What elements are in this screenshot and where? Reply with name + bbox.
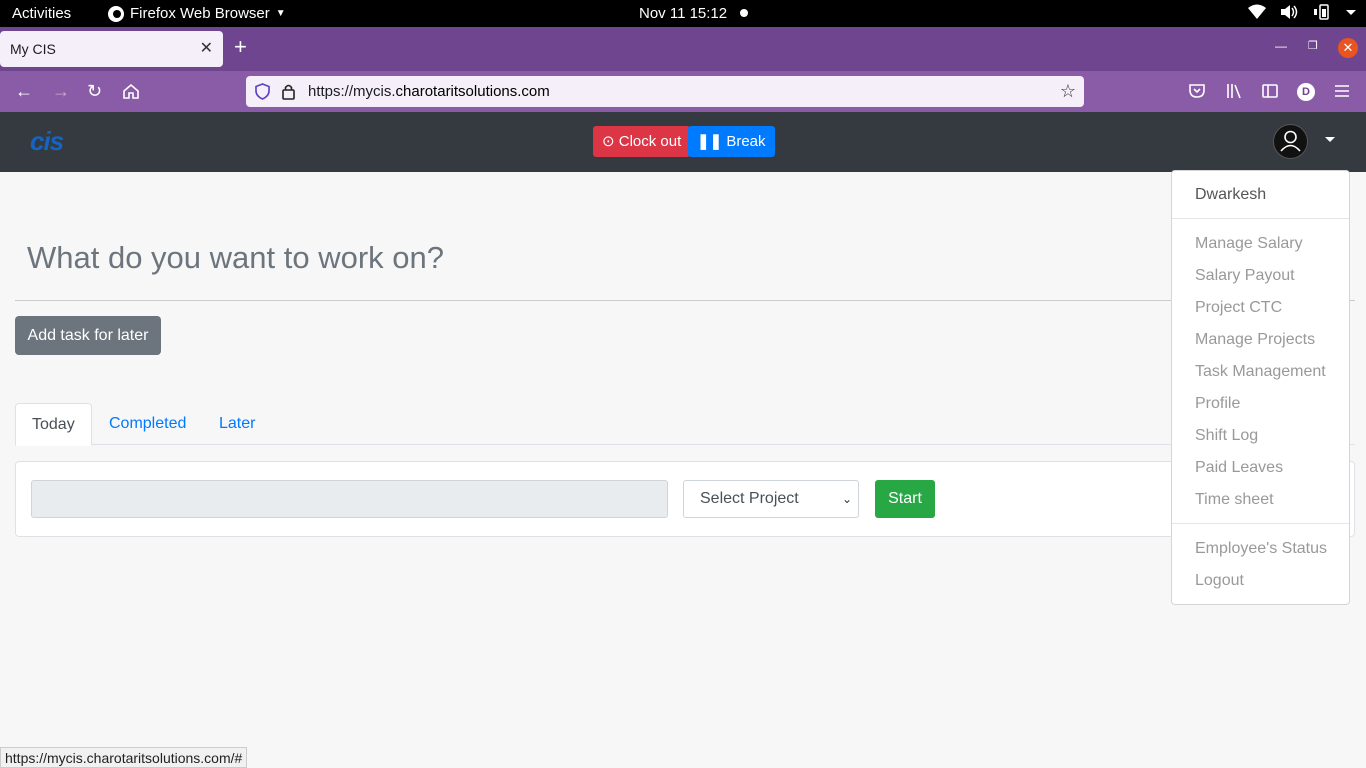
menu-task-management[interactable]: Task Management [1195, 363, 1326, 381]
app-name: Firefox Web Browser [130, 5, 270, 22]
project-select-value: Select Project [700, 490, 799, 507]
menu-logout[interactable]: Logout [1195, 572, 1244, 590]
pause-icon: ❚❚ [697, 133, 723, 150]
user-dropdown-menu: Dwarkesh Manage Salary Salary Payout Pro… [1171, 170, 1350, 605]
menu-project-ctc[interactable]: Project CTC [1195, 299, 1282, 317]
notification-dot-icon [740, 9, 748, 17]
user-menu-caret-icon[interactable] [1325, 137, 1335, 142]
clock-out-button[interactable]: ⊙ Clock out [593, 126, 691, 157]
menu-profile[interactable]: Profile [1195, 395, 1240, 413]
status-url-tooltip: https://mycis.charotaritsolutions.com/# [0, 747, 248, 768]
menu-shift-log[interactable]: Shift Log [1195, 427, 1258, 445]
task-tabs: Today Completed Later [15, 403, 1355, 446]
tab-today[interactable]: Today [15, 403, 92, 446]
tab-title: My CIS [10, 41, 56, 57]
minimize-window-icon[interactable]: — [1275, 39, 1287, 53]
system-top-bar: Activities Firefox Web Browser ▼ Nov 11 … [0, 0, 1366, 27]
bookmark-star-icon[interactable]: ☆ [1060, 81, 1076, 102]
url-text: https://mycis.charotaritsolutions.com [308, 83, 550, 100]
menu-employee-status[interactable]: Employee's Status [1195, 540, 1327, 558]
activities-button[interactable]: Activities [12, 5, 71, 22]
firefox-icon [108, 5, 124, 22]
dropdown-divider [1172, 523, 1349, 524]
menu-manage-salary[interactable]: Manage Salary [1195, 235, 1303, 253]
task-input[interactable] [31, 480, 668, 518]
app-menu[interactable]: Firefox Web Browser ▼ [108, 5, 286, 22]
user-avatar-icon[interactable] [1273, 124, 1308, 159]
account-avatar-icon[interactable]: D [1297, 83, 1315, 101]
tracking-shield-icon[interactable] [255, 83, 270, 100]
break-label: Break [726, 133, 766, 150]
volume-icon [1281, 5, 1298, 19]
hamburger-menu-icon[interactable] [1334, 83, 1350, 99]
menu-time-sheet[interactable]: Time sheet [1195, 491, 1274, 509]
menu-salary-payout[interactable]: Salary Payout [1195, 267, 1295, 285]
lock-icon[interactable] [282, 83, 295, 100]
menu-manage-projects[interactable]: Manage Projects [1195, 331, 1315, 349]
wifi-icon [1248, 4, 1266, 19]
cis-logo[interactable]: cis [30, 126, 64, 157]
reload-icon[interactable]: ↻ [87, 81, 102, 101]
page-heading: What do you want to work on? [27, 240, 445, 275]
sidebar-icon[interactable] [1262, 83, 1278, 99]
break-button[interactable]: ❚❚ Break [688, 126, 775, 157]
back-icon[interactable]: ← [15, 81, 33, 101]
tab-later[interactable]: Later [203, 403, 271, 445]
home-icon[interactable] [122, 83, 140, 100]
power-menu-icon [1346, 10, 1356, 15]
start-button[interactable]: Start [875, 480, 935, 518]
system-tray[interactable] [1248, 4, 1356, 20]
project-select[interactable]: Select Project ⌄ [683, 480, 859, 518]
new-tab-button[interactable]: + [234, 36, 247, 58]
close-tab-icon[interactable]: ✕ [200, 38, 213, 58]
clock-out-label: Clock out [618, 133, 682, 150]
browser-navbar: ← → ↻ https://mycis.charotaritsolutions.… [0, 71, 1366, 112]
dropdown-user-name: Dwarkesh [1195, 186, 1267, 203]
divider [15, 300, 1355, 301]
forward-icon[interactable]: → [52, 81, 70, 101]
tab-completed[interactable]: Completed [93, 403, 202, 445]
browser-tab-strip: My CIS ✕ + — ❐ [0, 27, 1366, 71]
chevron-down-icon: ⌄ [841, 492, 852, 506]
library-icon[interactable] [1226, 83, 1242, 99]
chevron-down-icon: ▼ [275, 8, 286, 19]
pocket-icon[interactable] [1189, 83, 1205, 99]
menu-paid-leaves[interactable]: Paid Leaves [1195, 459, 1283, 477]
battery-icon [1314, 4, 1329, 20]
close-window-icon[interactable]: ✕ [1338, 38, 1358, 58]
address-bar[interactable]: https://mycis.charotaritsolutions.com ☆ [246, 76, 1084, 107]
clock-icon: ⊙ [602, 133, 615, 150]
user-icon [1280, 130, 1301, 152]
dropdown-divider [1172, 218, 1349, 219]
browser-tab[interactable]: My CIS ✕ [0, 31, 223, 67]
add-task-later-button[interactable]: Add task for later [15, 316, 161, 355]
restore-window-icon[interactable]: ❐ [1308, 39, 1318, 52]
clock[interactable]: Nov 11 15:12 [639, 5, 727, 22]
